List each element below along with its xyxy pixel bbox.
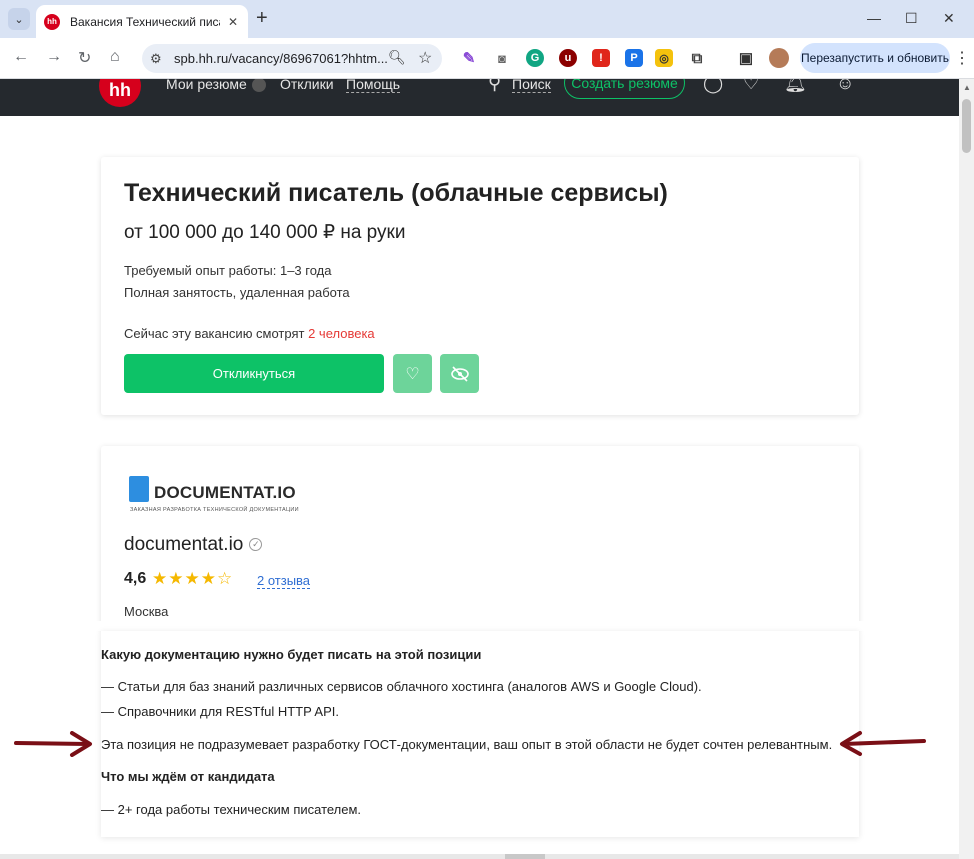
vacancy-employment: Полная занятость, удаленная работа	[124, 285, 350, 300]
camera-extension-icon[interactable]: ◙	[493, 49, 511, 67]
back-icon[interactable]: ←	[13, 48, 29, 66]
address-bar[interactable]: ⚙ spb.hh.ru/vacancy/86967061?hhtm... 🔍︎ …	[142, 44, 442, 73]
maximize-icon[interactable]: ☐	[905, 10, 918, 27]
hh-logo[interactable]: hh	[99, 79, 141, 107]
blue-p-extension-icon[interactable]: P	[625, 49, 643, 67]
horizontal-scrollbar[interactable]	[0, 854, 959, 859]
company-rating: 4,6	[124, 570, 147, 587]
zoom-icon[interactable]: 🔍︎	[388, 49, 406, 66]
ublock-extension-icon[interactable]: u	[559, 49, 577, 67]
left-annotation-arrow-icon	[14, 731, 92, 757]
tab-search-dropdown-icon[interactable]: ⌄	[8, 8, 30, 30]
pen-extension-icon[interactable]: ✎	[460, 49, 478, 67]
description-item-api: — Справочники для RESTful HTTP API.	[101, 704, 339, 719]
nav-help[interactable]: Помощь	[346, 79, 401, 93]
divider	[0, 621, 959, 631]
vacancy-salary: от 100 000 до 140 000 ₽ на руки	[124, 222, 406, 243]
browser-toolbar: ← → ↻ ⌂ ⚙ spb.hh.ru/vacancy/86967061?hht…	[0, 38, 974, 79]
company-reviews-link[interactable]: 2 отзыва	[257, 573, 311, 589]
forward-icon[interactable]: →	[46, 48, 62, 66]
description-heading-requirements: Что мы ждём от кандидата	[101, 769, 275, 784]
company-logo[interactable]: DOCUMENTAT.IO ЗАКАЗНАЯ РАЗРАБОТКА ТЕХНИЧ…	[129, 476, 299, 518]
document-logo-icon	[129, 476, 149, 502]
restart-update-button[interactable]: Перезапустить и обновить	[800, 43, 950, 73]
vacancy-experience: Требуемый опыт работы: 1–3 года	[124, 263, 332, 278]
hide-vacancy-eye-icon[interactable]	[440, 354, 479, 393]
yellow-extension-icon[interactable]: ◎	[655, 49, 673, 67]
description-item-experience: — 2+ года работы техническим писателем.	[101, 802, 362, 817]
favorites-heart-icon[interactable]: ♡	[743, 79, 759, 94]
tab-close-icon[interactable]: ✕	[228, 15, 238, 29]
profile-icon[interactable]: ☺	[836, 79, 854, 94]
nav-my-resumes[interactable]: Мои резюме	[166, 79, 266, 93]
site-info-icon[interactable]: ⚙	[150, 51, 162, 67]
reload-icon[interactable]: ↻	[78, 48, 91, 68]
browser-tab-bar: ⌄ hh Вакансия Технический писате ✕ + — ☐…	[0, 0, 974, 38]
url-text[interactable]: spb.hh.ru/vacancy/86967061?hhtm...	[174, 51, 388, 66]
company-logo-name: DOCUMENTAT.IO	[154, 483, 296, 502]
verified-check-icon: ✓	[249, 538, 263, 552]
rating-stars-icon: ★★★★☆	[152, 569, 234, 588]
notifications-bell-icon[interactable]: 🔔︎	[784, 79, 807, 94]
extensions-puzzle-icon[interactable]: ⧉	[688, 49, 706, 67]
company-city: Москва	[124, 604, 169, 619]
description-note-gost: Эта позиция не подразумевает разработку …	[101, 737, 833, 752]
site-header: hh Мои резюме Отклики Помощь ⚲ Поиск Соз…	[0, 79, 959, 116]
eye-slash-icon	[450, 365, 469, 382]
vacancy-card: Технический писатель (облачные сервисы) …	[101, 157, 859, 415]
horizontal-scroll-thumb[interactable]	[505, 854, 545, 859]
company-card: DOCUMENTAT.IO ЗАКАЗНАЯ РАЗРАБОТКА ТЕХНИЧ…	[101, 446, 859, 631]
bookmark-star-icon[interactable]: ☆	[418, 48, 432, 68]
profile-avatar[interactable]	[769, 48, 789, 68]
company-name[interactable]: documentat.io ✓	[124, 534, 263, 556]
nav-responses[interactable]: Отклики	[280, 79, 334, 92]
nav-search[interactable]: Поиск	[512, 79, 551, 93]
resumes-badge	[251, 79, 266, 93]
favorite-heart-button[interactable]: ♡	[393, 354, 432, 393]
vacancy-title: Технический писатель (облачные сервисы)	[124, 179, 668, 207]
minimize-icon[interactable]: —	[867, 10, 881, 26]
chat-icon[interactable]: ◯	[703, 79, 723, 94]
viewers-count: 2 человека	[308, 326, 375, 341]
red-extension-icon[interactable]: !	[592, 49, 610, 67]
window-close-icon[interactable]: ✕	[943, 10, 955, 27]
vacancy-viewers: Сейчас эту вакансию смотрят 2 человека	[124, 326, 375, 341]
scroll-up-arrow-icon[interactable]: ▲	[963, 83, 971, 92]
hh-favicon-icon: hh	[44, 13, 60, 30]
description-item-kb: — Статьи для баз знаний различных сервис…	[101, 679, 702, 694]
grammarly-extension-icon[interactable]: G	[526, 49, 544, 67]
browser-menu-icon[interactable]: ⋮	[954, 48, 970, 68]
tab-title: Вакансия Технический писате	[70, 14, 220, 29]
create-resume-button[interactable]: Создать резюме	[564, 79, 685, 99]
company-logo-tagline: ЗАКАЗНАЯ РАЗРАБОТКА ТЕХНИЧЕСКОЙ ДОКУМЕНТ…	[130, 507, 299, 513]
apply-button[interactable]: Откликнуться	[124, 354, 384, 393]
search-icon[interactable]: ⚲	[488, 79, 501, 94]
scroll-thumb[interactable]	[962, 99, 971, 153]
side-panel-icon[interactable]: ▣	[737, 49, 755, 67]
new-tab-icon[interactable]: +	[256, 8, 268, 28]
home-icon[interactable]: ⌂	[110, 48, 120, 66]
right-annotation-arrow-icon	[840, 731, 926, 756]
browser-tab[interactable]: hh Вакансия Технический писате ✕	[36, 5, 248, 38]
description-heading-docs: Какую документацию нужно будет писать на…	[101, 647, 482, 662]
vertical-scrollbar[interactable]: ▲	[959, 79, 974, 859]
